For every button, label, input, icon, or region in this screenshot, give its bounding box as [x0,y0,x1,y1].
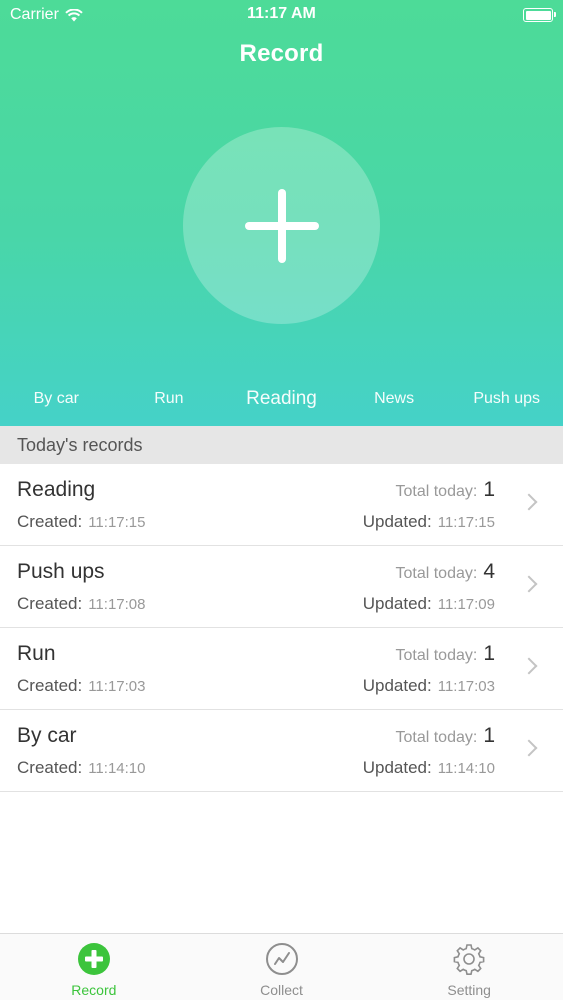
chevron-right-icon [520,575,538,593]
total-label: Total today: [395,647,478,664]
total-label: Total today: [395,729,478,746]
record-total: Total today: 1 [395,724,495,748]
total-label: Total today: [395,565,478,582]
record-name: Run [17,642,56,665]
created-time: 11:17:03 [88,678,146,695]
record-total: Total today: 1 [395,642,495,666]
created-label: Created: [17,758,83,777]
record-name: By car [17,724,77,747]
created-time: 11:14:10 [88,760,146,777]
record-row-push-ups[interactable]: Push ups Created: 11:17:08 Total today: 4 … [0,546,563,628]
record-total: Total today: 4 [395,560,495,584]
category-reading[interactable]: Reading [225,382,338,416]
updated-time: 11:17:03 [437,678,495,695]
record-total: Total today: 1 [395,478,495,502]
record-updated: Updated: 11:17:15 [363,512,495,532]
tab-record[interactable]: Record [0,934,188,1000]
category-run[interactable]: Run [113,382,226,416]
gear-icon [453,944,485,975]
created-label: Created: [17,676,83,695]
category-by-car[interactable]: By car [0,382,113,416]
updated-time: 11:17:15 [437,514,495,531]
record-row-run[interactable]: Run Created: 11:17:03 Total today: 1 Updat… [0,628,563,710]
section-header: Today's records [0,426,563,464]
plus-icon [244,188,319,263]
plus-circle-icon [77,943,110,975]
tab-collect[interactable]: Collect [188,934,376,1000]
created-label: Created: [17,512,83,531]
created-time: 11:17:08 [88,596,146,613]
category-push-ups[interactable]: Push ups [450,382,563,416]
record-updated: Updated: 11:14:10 [363,758,495,778]
updated-label: Updated: [362,512,432,531]
created-time: 11:17:15 [88,514,146,531]
total-count: 1 [483,724,495,747]
chevron-right-icon [520,657,538,675]
total-count: 1 [483,478,495,501]
page-title: Record [239,40,324,67]
updated-label: Updated: [362,594,432,613]
record-name: Push ups [17,560,105,583]
total-count: 1 [483,642,495,665]
updated-time: 11:14:10 [437,760,495,777]
battery-level [525,10,551,20]
battery-icon [523,8,556,22]
total-count: 4 [483,560,495,583]
record-created: Created: 11:17:08 [17,594,145,614]
record-updated: Updated: 11:17:03 [363,676,495,696]
chevron-right-icon [520,739,538,757]
updated-time: 11:17:09 [437,596,495,613]
record-created: Created: 11:17:03 [17,676,145,696]
record-name: Reading [17,478,96,501]
updated-label: Updated: [362,758,432,777]
record-row-by-car[interactable]: By car Created: 11:14:10 Total today: 1 Up… [0,710,563,792]
add-record-button[interactable] [183,127,380,324]
records-list: Reading Created: 11:17:15 Total today: 1 U… [0,464,563,792]
category-selector: By car Run Reading News Push ups [0,382,563,416]
status-time: 11:17 AM [247,5,316,22]
chart-circle-icon [265,943,298,975]
record-created: Created: 11:17:15 [17,512,145,532]
record-created: Created: 11:14:10 [17,758,145,778]
created-label: Created: [17,594,83,613]
updated-label: Updated: [362,676,432,695]
record-header: Carrier 11:17 AM Record By car Run Readi… [0,0,563,426]
record-updated: Updated: 11:17:09 [363,594,495,614]
tab-label: Record [71,982,117,998]
total-label: Total today: [395,483,478,500]
category-news[interactable]: News [338,382,451,416]
status-bar: Carrier 11:17 AM [0,0,563,30]
tab-bar: Record Collect Setting [0,933,563,1000]
record-row-reading[interactable]: Reading Created: 11:17:15 Total today: 1 U… [0,464,563,546]
tab-setting[interactable]: Setting [375,934,563,1000]
chevron-right-icon [520,493,538,511]
tab-label: Setting [447,982,491,998]
tab-label: Collect [260,982,303,998]
